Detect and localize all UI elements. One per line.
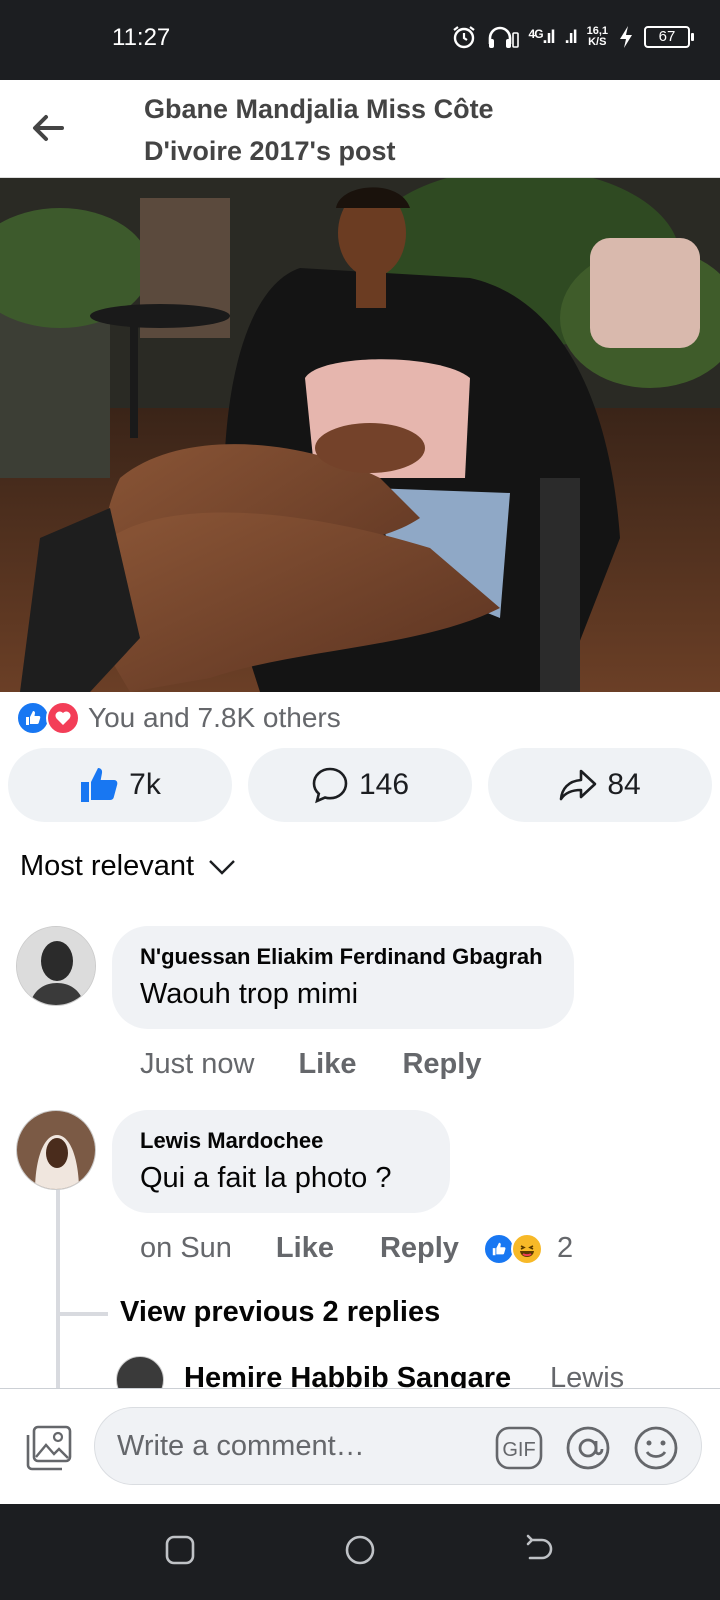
- comment-sort-dropdown[interactable]: Most relevant: [20, 850, 236, 883]
- thumbs-up-icon: [81, 768, 118, 802]
- like-reaction-icon: [16, 701, 50, 735]
- back-arrow-icon[interactable]: [28, 108, 68, 148]
- avatar[interactable]: [16, 926, 96, 1006]
- system-navigation-bar: [0, 1504, 720, 1600]
- clock: 11:27: [112, 24, 171, 51]
- alarm-icon: [452, 26, 475, 49]
- page-title: Gbane Mandjalia Miss Côte D'ivoire 2017'…: [144, 94, 494, 166]
- comment-bubble[interactable]: Lewis Mardochee Qui a fait la photo ?: [112, 1110, 450, 1213]
- emoji-icon[interactable]: [633, 1425, 679, 1471]
- like-count: 7k: [129, 768, 161, 801]
- comment-input-placeholder: Write a comment…: [117, 1430, 365, 1462]
- comment-reactions[interactable]: 2: [482, 1232, 574, 1265]
- back-nav-icon[interactable]: [524, 1534, 556, 1566]
- reactions-count-text: You and 7.8K others: [88, 702, 341, 733]
- reply-author[interactable]: Hemire Habbib Sangare: [184, 1362, 511, 1388]
- love-reaction-icon: [46, 701, 80, 735]
- comment-reaction-count: 2: [556, 1232, 574, 1264]
- share-button[interactable]: 84: [488, 748, 712, 822]
- comment-reply-button[interactable]: Reply: [380, 1232, 459, 1265]
- data-speed: 16,1 K/S: [586, 25, 608, 48]
- reactions-summary[interactable]: You and 7.8K others: [16, 700, 341, 736]
- mention-icon[interactable]: [565, 1425, 611, 1471]
- comment-meta: Just now Like Reply: [140, 1048, 481, 1081]
- haha-reaction-icon: [510, 1232, 543, 1265]
- charging-icon: [620, 26, 632, 48]
- home-icon[interactable]: [344, 1534, 376, 1566]
- share-count: 84: [607, 768, 641, 801]
- comment-time: on Sun: [140, 1232, 232, 1264]
- status-icons: 4G.ıl .ıl 16,1 K/S 67: [451, 24, 694, 50]
- comment-reply-button[interactable]: Reply: [402, 1048, 481, 1081]
- comment-time: Just now: [140, 1048, 255, 1080]
- comment-composer: Write a comment… GIF: [0, 1388, 720, 1504]
- comment-author[interactable]: N'guessan Eliakim Ferdinand Gbagrah: [140, 944, 546, 970]
- sort-label: Most relevant: [20, 850, 195, 882]
- comment-author[interactable]: Lewis Mardochee: [140, 1128, 422, 1154]
- comment-bubble[interactable]: N'guessan Eliakim Ferdinand Gbagrah Waou…: [112, 926, 574, 1029]
- avatar[interactable]: [16, 1110, 96, 1190]
- post-screen: 11:27 4G.ıl .ıl 16,1 K/S 67 Gbane Mandjal…: [0, 0, 720, 1600]
- signal-icon: .ıl: [564, 26, 578, 47]
- recent-apps-icon[interactable]: [164, 1534, 196, 1566]
- comment-count: 146: [358, 768, 410, 801]
- battery-icon: 67: [644, 26, 694, 48]
- gif-icon[interactable]: GIF: [495, 1426, 543, 1470]
- reply-mention: Lewis: [550, 1362, 625, 1388]
- chevron-down-icon: [209, 859, 235, 875]
- gif-label: GIF: [502, 1439, 535, 1461]
- comment-text: Waouh trop mimi: [140, 978, 359, 1010]
- thread-branch: [60, 1312, 108, 1316]
- comment-like-button[interactable]: Like: [298, 1048, 356, 1081]
- comment-like-button[interactable]: Like: [276, 1232, 334, 1265]
- comment-button[interactable]: 146: [248, 748, 472, 822]
- share-arrow-icon: [560, 769, 597, 801]
- photo-attach-icon[interactable]: [24, 1425, 74, 1471]
- comment-bubble-icon: [312, 767, 348, 804]
- avatar[interactable]: [116, 1356, 164, 1388]
- partial-reply: Hemire Habbib Sangare Lewis: [116, 1356, 716, 1388]
- comment-input[interactable]: Write a comment… GIF: [94, 1407, 702, 1485]
- like-button[interactable]: 7k: [8, 748, 232, 822]
- post-photo[interactable]: [0, 178, 720, 692]
- status-bar: 11:27 4G.ıl .ıl 16,1 K/S 67: [0, 0, 720, 80]
- post-photo-image: [0, 178, 720, 692]
- post-header: Gbane Mandjalia Miss Côte D'ivoire 2017'…: [0, 80, 720, 178]
- network-signal-icon: 4G.ıl: [528, 26, 556, 47]
- comment-text: Qui a fait la photo ?: [140, 1162, 392, 1194]
- view-previous-replies-link[interactable]: View previous 2 replies: [120, 1296, 440, 1329]
- network-type: 4G: [528, 26, 544, 41]
- thread-line: [56, 1190, 60, 1388]
- headphones-icon: [488, 26, 519, 48]
- comment-meta: on Sun Like Reply 2: [140, 1232, 573, 1265]
